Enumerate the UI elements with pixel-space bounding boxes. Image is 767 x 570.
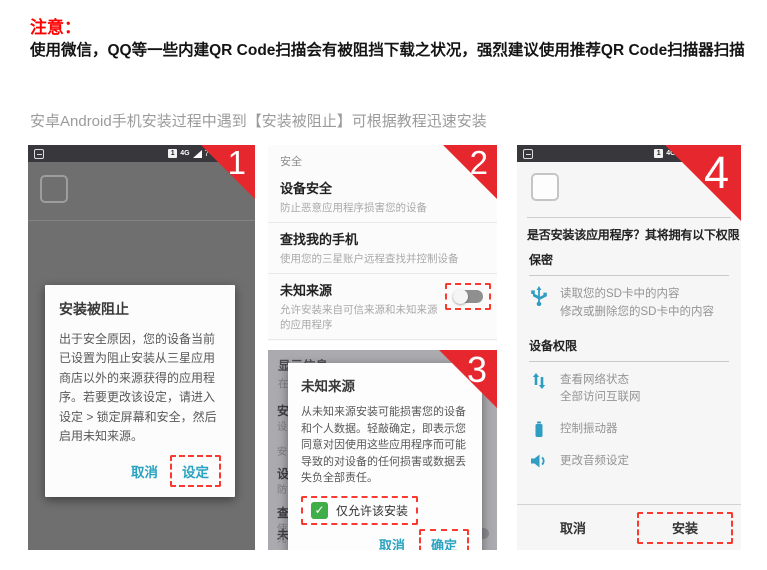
unknown-sources-toggle[interactable]: [453, 289, 483, 304]
confirm-button[interactable]: 确定: [419, 529, 469, 551]
app-icon-placeholder: [531, 173, 559, 201]
permission-section-privacy: 保密: [529, 246, 729, 276]
highlight-box: 安装: [637, 512, 733, 544]
settings-item-unknown-sources[interactable]: 未知来源 允许安装来自可信来源和未知来源的应用程序: [268, 273, 497, 339]
install-blocked-dialog: 安装被阻止 出于安全原因，您的设备当前已设置为阻止安装从三星应用商店以外的来源获…: [45, 285, 235, 497]
dimmed-list-fragment: 防: [277, 481, 287, 496]
settings-item-title: 查找我的手机: [280, 229, 485, 248]
step-number: 4: [704, 150, 729, 195]
cancel-button[interactable]: 取消: [373, 531, 411, 551]
warning-text: 使用微信，QQ等一些内建QR Code扫描会有被阻挡下载之状况，强烈建议使用推荐…: [30, 37, 746, 64]
permission-row-network: 查看网络状态 全部访问互联网: [529, 362, 729, 412]
screenshot-step-1: 1 4G 7 安装被阻止 出于安全原因，您的设备当前已设置为阻止安装从三星应用商…: [28, 145, 255, 550]
permission-row-audio: 更改音频设定: [529, 443, 729, 475]
step-number: 3: [467, 352, 487, 388]
allow-once-checkbox[interactable]: ✓: [311, 502, 328, 519]
settings-item-other-security[interactable]: 其他安全设定 更改安全更新和证书存储等其他安全设定: [268, 339, 497, 341]
screenshot-step-2: 安全 设备安全 防止恶意应用程序损害您的设备 查找我的手机 使用您的三星账户远程…: [268, 145, 497, 341]
divider: [28, 220, 255, 221]
step-number: 2: [470, 146, 488, 179]
settings-item-desc: 使用您的三星账户远程查找并控制设备: [280, 251, 485, 266]
step-number: 1: [228, 146, 246, 179]
checkbox-label: 仅允许该安装: [336, 502, 408, 519]
notification-badge-icon: 1: [654, 149, 663, 158]
screenshot-step-4: 1 4G 7 是否安装该应用程序？其将拥有以下权限： 保密 读取您的SD卡中的内…: [517, 145, 741, 550]
permission-text: 更改音频设定: [560, 453, 629, 471]
highlight-box: [445, 283, 491, 310]
settings-item-desc: 防止恶意应用程序损害您的设备: [280, 200, 485, 215]
permission-row-storage: 读取您的SD卡中的内容 修改或删除您的SD卡中的内容: [529, 276, 729, 326]
permission-text: 读取您的SD卡中的内容 修改或删除您的SD卡中的内容: [560, 286, 714, 322]
sd-card-icon: [34, 149, 44, 159]
cancel-button[interactable]: 取消: [560, 518, 586, 537]
network-arrows-icon: [529, 372, 549, 408]
dimmed-list-fragment: 安: [277, 443, 287, 458]
dialog-title: 安装被阻止: [59, 299, 221, 319]
notice-title: 注意：: [30, 13, 81, 38]
settings-item-find-my-phone[interactable]: 查找我的手机 使用您的三星账户远程查找并控制设备: [268, 222, 497, 273]
settings-button[interactable]: 设定: [170, 455, 221, 487]
sd-card-icon: [523, 149, 533, 159]
settings-item-desc: 允许安装来自可信来源和未知来源的应用程序: [280, 302, 440, 332]
audio-icon: [529, 453, 549, 471]
dialog-body-text: 出于安全原因，您的设备当前已设置为阻止安装从三星应用商店以外的来源获得的应用程序…: [59, 330, 221, 447]
permission-row-vibration: 控制振动器: [529, 411, 729, 443]
dimmed-list-fragment: 设: [277, 418, 287, 433]
cancel-button[interactable]: 取消: [125, 457, 164, 485]
install-question: 是否安装该应用程序？其将拥有以下权限：: [527, 226, 741, 243]
permission-text: 查看网络状态 全部访问互联网: [560, 372, 641, 408]
install-action-bar: 取消 安装: [517, 504, 741, 550]
permission-text: 控制振动器: [560, 421, 618, 439]
app-icon-placeholder: [40, 175, 68, 203]
permission-section-device: 设备权限: [529, 332, 729, 362]
vibration-icon: [529, 421, 549, 439]
tutorial-subtitle: 安卓Android手机安装过程中遇到【安装被阻止】可根据教程迅速安装: [30, 110, 487, 131]
notification-badge-icon: 1: [168, 149, 177, 158]
network-type-indicator: 4G: [180, 150, 189, 157]
usb-icon: [529, 286, 549, 322]
highlight-box: ✓ 仅允许该安装: [301, 496, 418, 525]
dialog-body-text: 从未知来源安装可能损害您的设备和个人数据。轻敲确定，即表示您同意对因使用这些应用…: [301, 404, 469, 487]
screenshot-step-3: 显示信息 在 安 设 安 设 防 查 使 未 允许安装来自可信来源和未知来源的应…: [268, 350, 497, 550]
install-button[interactable]: 安装: [672, 518, 698, 537]
